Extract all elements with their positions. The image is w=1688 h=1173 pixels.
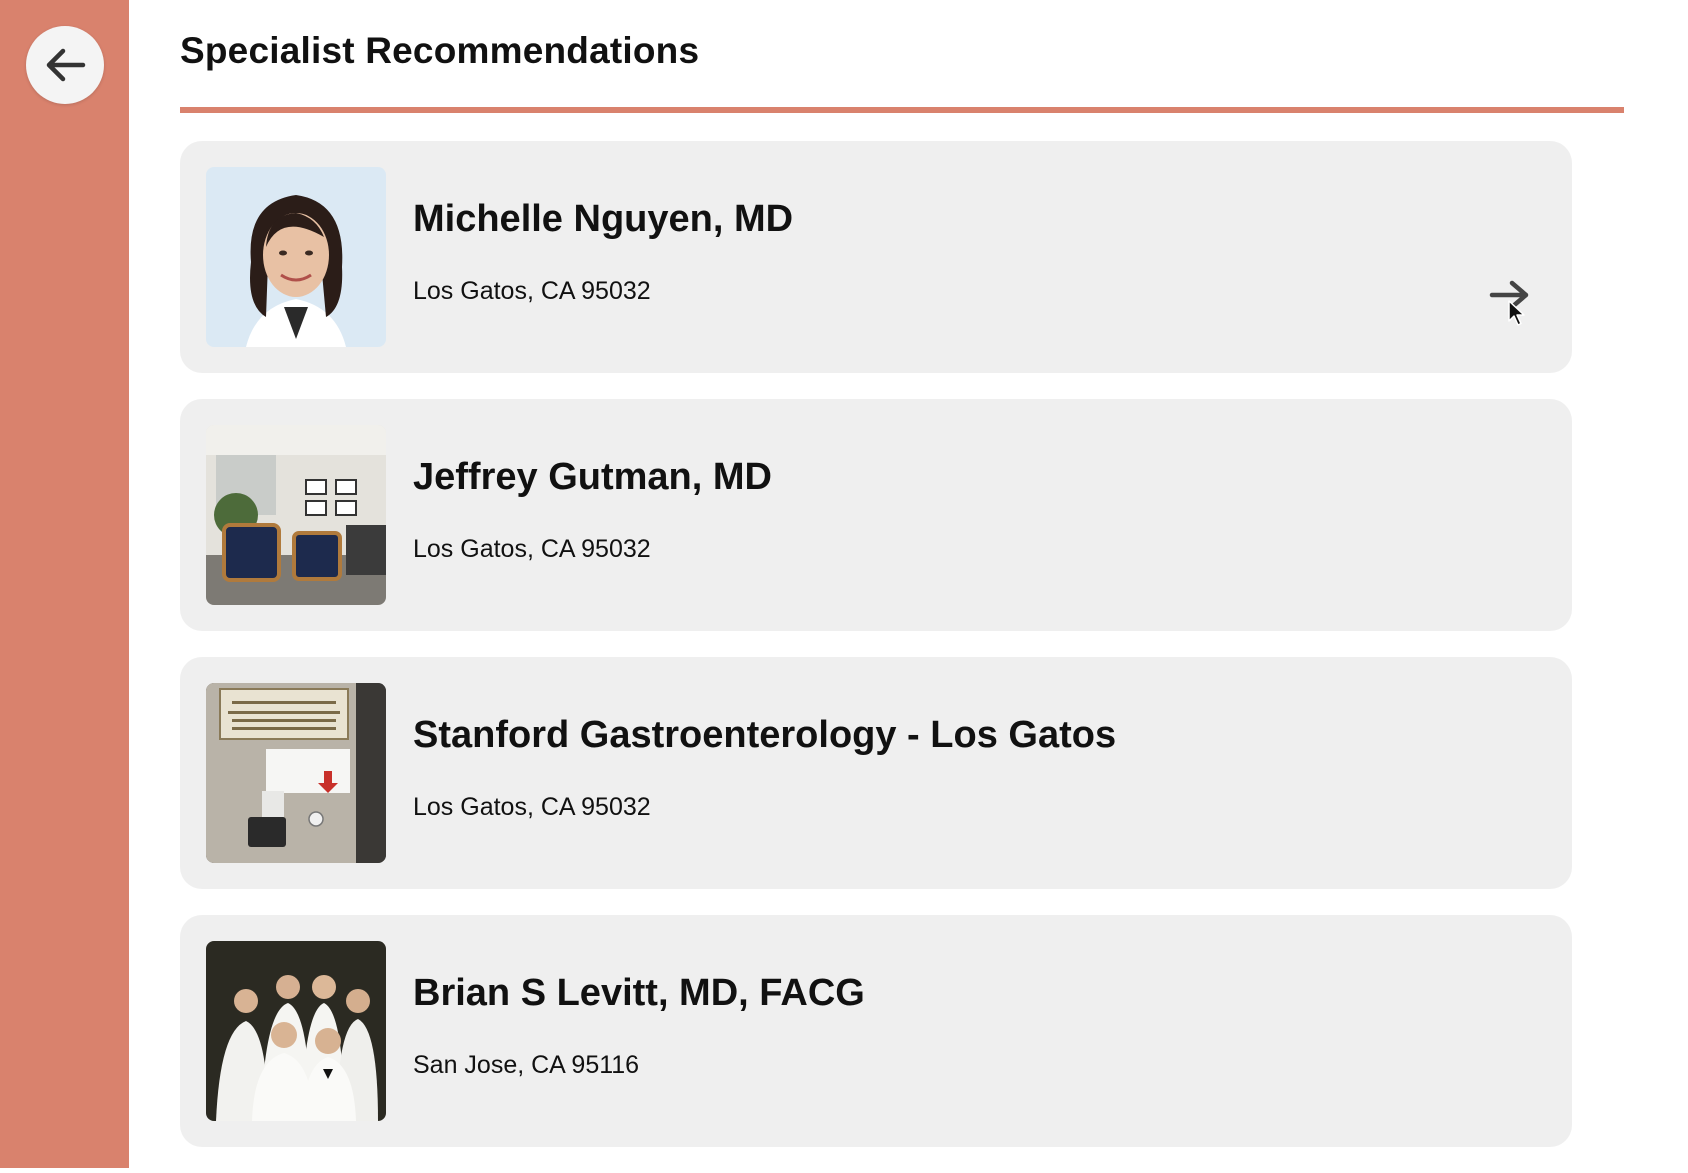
specialist-card[interactable]: Stanford Gastroenterology - Los Gatos Lo… xyxy=(180,657,1572,889)
sidebar xyxy=(0,0,129,1168)
specialist-photo xyxy=(206,683,386,863)
specialist-card[interactable]: Jeffrey Gutman, MD Los Gatos, CA 95032 xyxy=(180,399,1572,631)
specialist-address: Los Gatos, CA 95032 xyxy=(413,277,651,305)
specialist-name: Michelle Nguyen, MD xyxy=(413,198,794,240)
specialist-list: Michelle Nguyen, MD Los Gatos, CA 95032 xyxy=(180,141,1572,1173)
specialist-name: Jeffrey Gutman, MD xyxy=(413,456,772,498)
arrow-left-icon xyxy=(46,48,86,82)
specialist-name: Brian S Levitt, MD, FACG xyxy=(413,972,865,1014)
arrow-right-icon[interactable] xyxy=(1488,275,1532,315)
specialist-address: Los Gatos, CA 95032 xyxy=(413,535,651,563)
specialist-address: San Jose, CA 95116 xyxy=(413,1051,640,1079)
specialist-name: Stanford Gastroenterology - Los Gatos xyxy=(413,714,1117,756)
specialist-address: Los Gatos, CA 95032 xyxy=(413,793,651,821)
specialist-photo xyxy=(206,425,386,605)
page-title: Specialist Recommendations xyxy=(180,30,700,71)
specialist-card[interactable]: Brian S Levitt, MD, FACG San Jose, CA 95… xyxy=(180,915,1572,1147)
header-divider xyxy=(180,107,1624,113)
specialist-card[interactable]: Michelle Nguyen, MD Los Gatos, CA 95032 xyxy=(180,141,1572,373)
specialist-photo xyxy=(206,167,386,347)
back-button[interactable] xyxy=(26,26,104,104)
specialist-photo xyxy=(206,941,386,1121)
